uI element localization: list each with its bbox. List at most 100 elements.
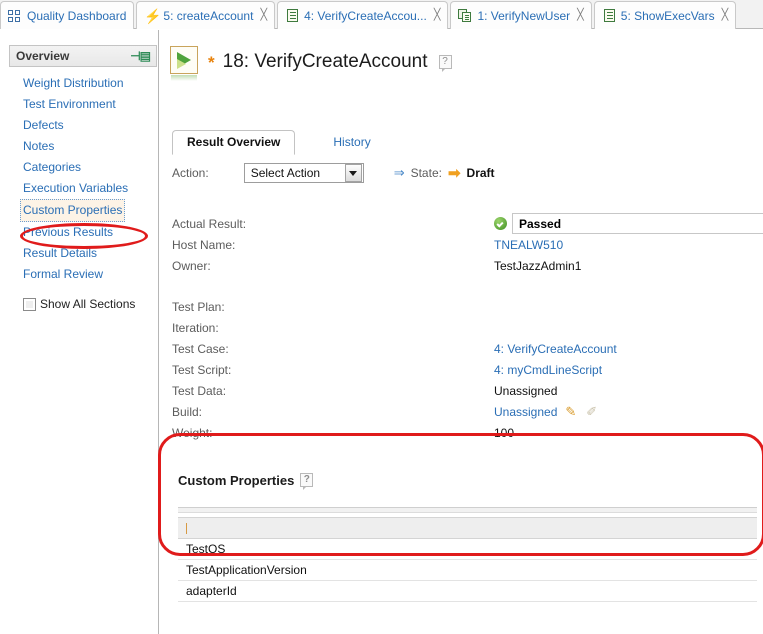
tab-close-icon[interactable]: ╳ (260, 10, 267, 21)
field-row-test-plan: Test Plan: (172, 296, 763, 317)
action-bar: Action: Select Action ⇒ State: ➡ Draft (172, 163, 495, 183)
passed-status-icon (494, 217, 507, 230)
tab-close-icon[interactable]: ╳ (434, 10, 441, 21)
script-document-icon (285, 8, 299, 23)
field-row-test-data: Test Data: Unassigned (172, 380, 763, 401)
help-icon[interactable]: ? (438, 55, 452, 72)
field-label: Test Plan: (172, 299, 225, 314)
state-label: State: (410, 166, 442, 180)
field-row-build: Build: Unassigned ✎ ✐ (172, 401, 763, 422)
field-row-iteration: Iteration: (172, 317, 763, 338)
show-all-sections-row[interactable]: Show All Sections (23, 297, 157, 311)
script-document-icon (602, 8, 616, 23)
page-title: 18: VerifyCreateAccount (222, 51, 428, 72)
tab-result-overview[interactable]: Result Overview (172, 130, 296, 155)
sidebar-title: Overview (16, 49, 70, 63)
field-label: Test Script: (172, 362, 232, 377)
field-label: Host Name: (172, 237, 236, 252)
tab-label: 5: ShowExecVars (620, 8, 715, 23)
custom-properties-header: Custom Properties ? (172, 467, 763, 493)
text-cursor (186, 522, 187, 534)
tab-label: Quality Dashboard (27, 8, 127, 23)
result-overview-editor: * 18: VerifyCreateAccount ? Result Overv… (160, 30, 763, 634)
actual-result-value-row: Passed (494, 213, 763, 234)
editor-section-tabs: Result Overview History (172, 130, 385, 155)
state-arrow-icon: ➡ (447, 165, 461, 182)
tab-history[interactable]: History (319, 131, 384, 155)
tab-quality-dashboard[interactable]: Quality Dashboard (0, 1, 135, 29)
sidebar-item-custom-properties[interactable]: Custom Properties (20, 199, 126, 222)
sidebar-item-notes[interactable]: Notes (23, 136, 157, 157)
pencil-icon[interactable]: ✎ (565, 404, 576, 420)
overview-sidebar: Overview ⊣▤ Weight Distribution Test Env… (0, 30, 159, 634)
field-label: Actual Result: (172, 216, 247, 231)
property-name: adapterId (186, 584, 237, 598)
unsaved-changes-marker: * (208, 52, 215, 72)
help-icon[interactable]: ? (300, 473, 314, 490)
field-value-owner: TestJazzAdmin1 (494, 258, 582, 273)
actual-result-field[interactable]: Passed (512, 213, 763, 234)
sidebar-item-result-details[interactable]: Result Details (23, 243, 157, 264)
sidebar-item-previous-results[interactable]: Previous Results (23, 222, 157, 243)
chevron-down-icon[interactable] (344, 164, 362, 182)
field-row-weight: Weight: 100 (172, 422, 763, 443)
field-value-weight: 100 (494, 425, 515, 440)
transition-arrow-icon: ⇒ (393, 165, 405, 180)
property-name: TestApplicationVersion (186, 563, 307, 577)
field-value-test-case[interactable]: 4: VerifyCreateAccount (494, 342, 617, 356)
toolbar-strip (178, 508, 757, 513)
field-value-host-name[interactable]: TNEALW510 (494, 238, 563, 252)
show-all-sections-label: Show All Sections (40, 297, 136, 311)
test-case-document-icon (458, 8, 472, 23)
sidebar-header: Overview ⊣▤ (9, 45, 157, 67)
field-row-spacer (172, 276, 763, 296)
application-window: Quality Dashboard ⚡ 5: createAccount ╳ 4… (0, 0, 763, 634)
tab-show-exec-vars[interactable]: 5: ShowExecVars ╳ (593, 1, 737, 29)
field-value-build[interactable]: Unassigned (494, 405, 557, 419)
sidebar-item-weight-distribution[interactable]: Weight Distribution (23, 73, 157, 94)
custom-properties-table: TestOS TestApplicationVersion adapterId (178, 517, 757, 602)
show-all-sections-checkbox[interactable] (23, 297, 36, 311)
tab-close-icon[interactable]: ╳ (722, 10, 729, 21)
field-label: Build: (172, 404, 203, 419)
table-row[interactable]: adapterId (178, 581, 757, 602)
field-label: Owner: (172, 258, 211, 273)
tab-create-account[interactable]: ⚡ 5: createAccount ╳ (136, 1, 276, 29)
field-value-test-data: Unassigned (494, 383, 558, 398)
detail-field-list: Actual Result: Host Name: TNEALW510 Owne… (172, 213, 763, 443)
tab-close-icon[interactable]: ╳ (577, 10, 584, 21)
action-select-value: Select Action (250, 166, 321, 180)
sidebar-item-defects[interactable]: Defects (23, 115, 157, 136)
tab-verify-create-account[interactable]: 4: VerifyCreateAccou... ╳ (277, 1, 449, 29)
sidebar-item-test-environment[interactable]: Test Environment (23, 94, 157, 115)
pin-icon[interactable]: ⊣▤ (130, 50, 151, 62)
tab-label: 4: VerifyCreateAccou... (304, 8, 427, 23)
state-group: ⇒ State: ➡ Draft (394, 164, 495, 182)
tab-label: 1: VerifyNewUser (477, 8, 571, 23)
sidebar-item-formal-review[interactable]: Formal Review (23, 264, 157, 285)
eraser-icon[interactable]: ✐ (586, 404, 597, 420)
property-name: TestOS (186, 542, 226, 556)
grid-icon (8, 9, 22, 23)
field-label: Weight: (172, 425, 213, 440)
action-label: Action: (172, 166, 209, 180)
custom-properties-filter-row[interactable] (178, 517, 757, 539)
tab-label: 5: createAccount (163, 8, 254, 23)
sidebar-item-execution-variables[interactable]: Execution Variables (23, 178, 157, 199)
table-row[interactable]: TestApplicationVersion (178, 560, 757, 581)
sidebar-item-categories[interactable]: Categories (23, 157, 157, 178)
action-select[interactable]: Select Action (243, 163, 364, 183)
custom-properties-section: Custom Properties ? TestOS TestApplicati… (172, 467, 763, 627)
custom-properties-title: Custom Properties (178, 472, 295, 488)
run-test-icon (170, 46, 200, 81)
field-label: Iteration: (172, 320, 219, 335)
tab-verify-new-user[interactable]: 1: VerifyNewUser ╳ (450, 1, 592, 29)
field-row-test-case: Test Case: 4: VerifyCreateAccount (172, 338, 763, 359)
field-label: Test Case: (172, 341, 229, 356)
field-row-test-script: Test Script: 4: myCmdLineScript (172, 359, 763, 380)
field-value-test-script[interactable]: 4: myCmdLineScript (494, 363, 602, 377)
lightning-icon: ⚡ (144, 7, 162, 24)
field-row-host-name: Host Name: TNEALW510 (172, 234, 763, 255)
table-row[interactable]: TestOS (178, 539, 757, 560)
sidebar-link-list: Weight Distribution Test Environment Def… (9, 67, 157, 285)
